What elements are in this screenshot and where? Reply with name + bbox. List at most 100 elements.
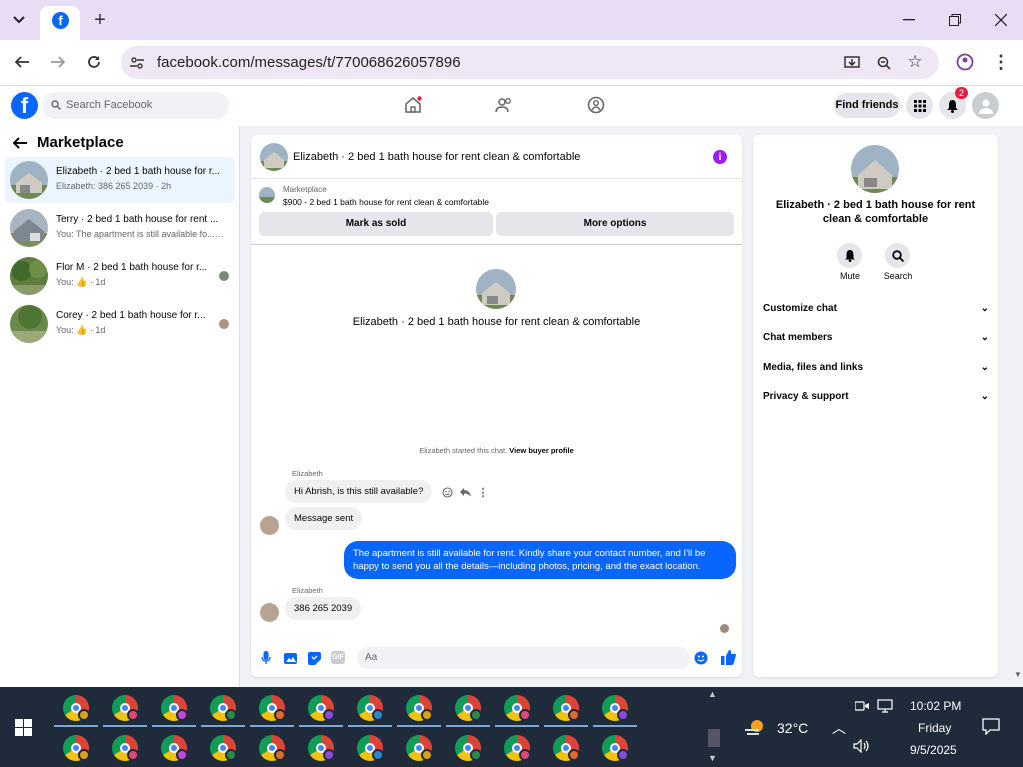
message-input[interactable]: Aa bbox=[357, 647, 690, 669]
chrome-taskbar-icon[interactable] bbox=[406, 735, 433, 761]
gif-icon[interactable]: GIF bbox=[331, 651, 345, 664]
chrome-taskbar-icon[interactable] bbox=[602, 735, 629, 761]
browser-menu-icon[interactable]: ⋮ bbox=[992, 52, 1010, 72]
menu-grid-button[interactable] bbox=[906, 92, 933, 119]
incoming-message[interactable]: Message sent bbox=[285, 507, 363, 530]
seen-avatar bbox=[219, 271, 229, 281]
taskbar-scrollbar-thumb[interactable] bbox=[708, 729, 720, 747]
microphone-icon[interactable] bbox=[260, 651, 272, 665]
info-icon[interactable]: i bbox=[713, 150, 727, 164]
install-app-icon[interactable] bbox=[843, 54, 861, 72]
listing-title[interactable]: $900 - 2 bed 1 bath house for rent clean… bbox=[283, 197, 489, 207]
privacy-support-section[interactable]: Privacy & support ⌄ bbox=[763, 391, 989, 402]
tab-search-icon[interactable] bbox=[8, 10, 30, 30]
back-icon[interactable] bbox=[12, 52, 32, 72]
chat-title[interactable]: Elizabeth · 2 bed 1 bath house for rent … bbox=[293, 151, 580, 163]
chrome-taskbar-icon[interactable] bbox=[201, 695, 245, 727]
more-actions-icon[interactable]: ⋮ bbox=[478, 485, 489, 499]
mute-button[interactable] bbox=[837, 243, 862, 268]
show-hidden-icons[interactable]: ︿ bbox=[832, 718, 846, 738]
listing-thumbnail[interactable] bbox=[259, 187, 275, 203]
address-bar[interactable]: facebook.com/messages/t/770068626057896 … bbox=[121, 46, 939, 79]
incoming-message[interactable]: Hi Abrish, is this still available? bbox=[285, 480, 433, 503]
chrome-taskbar-icon[interactable] bbox=[495, 695, 539, 727]
sticker-icon[interactable] bbox=[307, 651, 321, 665]
friends-icon[interactable] bbox=[494, 95, 514, 115]
back-arrow-icon[interactable] bbox=[12, 136, 28, 150]
chrome-taskbar-icon[interactable] bbox=[593, 695, 637, 727]
conversation-item[interactable]: Elizabeth · 2 bed 1 bath house for r... … bbox=[5, 157, 235, 203]
media-files-links-section[interactable]: Media, files and links ⌄ bbox=[763, 362, 989, 373]
network-icon[interactable] bbox=[877, 699, 893, 713]
profile-icon[interactable] bbox=[955, 52, 975, 72]
find-friends-button[interactable]: Find friends bbox=[834, 93, 900, 118]
taskbar-scroll-down[interactable]: ▼ bbox=[708, 753, 720, 765]
customize-chat-section[interactable]: Customize chat ⌄ bbox=[763, 303, 989, 314]
emoji-icon[interactable] bbox=[694, 651, 708, 665]
weather-icon[interactable] bbox=[744, 717, 768, 737]
conversation-item[interactable]: Flor M · 2 bed 1 bath house for r... You… bbox=[5, 253, 235, 299]
conversation-item[interactable]: Terry · 2 bed 1 bath house for rent ... … bbox=[5, 205, 235, 251]
zoom-icon[interactable] bbox=[875, 54, 893, 72]
clock-day[interactable]: Friday bbox=[918, 721, 951, 735]
view-buyer-profile-link[interactable]: View buyer profile bbox=[509, 446, 573, 455]
facebook-logo-icon[interactable]: f bbox=[11, 92, 38, 119]
conversation-item[interactable]: Corey · 2 bed 1 bath house for r... You:… bbox=[5, 301, 235, 347]
page-scrollbar[interactable]: ▼ bbox=[1014, 670, 1022, 682]
chrome-taskbar-icon[interactable] bbox=[357, 735, 384, 761]
volume-icon[interactable] bbox=[853, 739, 871, 753]
search-chat-button[interactable] bbox=[885, 243, 910, 268]
chrome-taskbar-icon[interactable] bbox=[152, 695, 196, 727]
chrome-taskbar-icon[interactable] bbox=[161, 735, 188, 761]
conversation-list: Marketplace Elizabeth · 2 bed 1 bath hou… bbox=[0, 126, 240, 687]
like-thumb-icon[interactable] bbox=[720, 649, 736, 665]
account-avatar[interactable] bbox=[972, 92, 999, 119]
site-info-icon[interactable] bbox=[129, 55, 145, 71]
chrome-taskbar-icon[interactable] bbox=[348, 695, 392, 727]
chrome-taskbar-icon[interactable] bbox=[397, 695, 441, 727]
meet-now-icon[interactable] bbox=[855, 699, 869, 713]
photo-icon[interactable] bbox=[283, 651, 297, 665]
chrome-taskbar-icon[interactable] bbox=[259, 735, 286, 761]
windows-start-icon[interactable] bbox=[14, 718, 32, 736]
reply-icon[interactable] bbox=[459, 486, 471, 498]
temperature[interactable]: 32°C bbox=[777, 720, 808, 736]
chat-avatar[interactable] bbox=[260, 143, 288, 171]
chrome-taskbar-icon[interactable] bbox=[112, 735, 139, 761]
chrome-taskbar-icon[interactable] bbox=[103, 695, 147, 727]
search-facebook-input[interactable]: Search Facebook bbox=[42, 92, 229, 119]
clock-time[interactable]: 10:02 PM bbox=[910, 699, 961, 713]
browser-tab-facebook[interactable]: f bbox=[40, 6, 80, 40]
outgoing-message[interactable]: The apartment is still available for ren… bbox=[344, 541, 736, 579]
chrome-taskbar-icon[interactable] bbox=[544, 695, 588, 727]
chrome-taskbar-icon[interactable] bbox=[504, 735, 531, 761]
home-icon[interactable] bbox=[403, 95, 423, 115]
taskbar-scroll-up[interactable]: ▲ bbox=[708, 689, 720, 701]
chrome-taskbar-icon[interactable] bbox=[63, 735, 90, 761]
groups-icon[interactable] bbox=[586, 95, 606, 115]
restore-icon[interactable] bbox=[944, 10, 966, 30]
incoming-message[interactable]: 386 265 2039 bbox=[285, 597, 362, 620]
chrome-taskbar-icon[interactable] bbox=[54, 695, 98, 727]
chrome-taskbar-icon[interactable] bbox=[308, 735, 335, 761]
chat-members-section[interactable]: Chat members ⌄ bbox=[763, 332, 989, 343]
more-options-button[interactable]: More options bbox=[496, 212, 734, 236]
react-icon[interactable] bbox=[441, 486, 453, 498]
forward-icon[interactable] bbox=[48, 52, 68, 72]
close-window-icon[interactable] bbox=[990, 10, 1012, 30]
chrome-taskbar-icon[interactable] bbox=[553, 735, 580, 761]
chrome-taskbar-icon[interactable] bbox=[250, 695, 294, 727]
clock-date[interactable]: 9/5/2025 bbox=[910, 743, 957, 757]
chrome-taskbar-icon[interactable] bbox=[299, 695, 343, 727]
chrome-taskbar-icon[interactable] bbox=[446, 695, 490, 727]
new-tab-icon[interactable]: + bbox=[90, 9, 110, 31]
bookmark-star-icon[interactable]: ☆ bbox=[906, 52, 924, 71]
chrome-taskbar-icon[interactable] bbox=[455, 735, 482, 761]
chrome-taskbar-icon[interactable] bbox=[210, 735, 237, 761]
minimize-icon[interactable] bbox=[898, 10, 920, 30]
notifications-button[interactable]: 2 bbox=[939, 87, 969, 119]
search-icon bbox=[891, 249, 904, 262]
reload-icon[interactable] bbox=[84, 52, 104, 72]
mark-as-sold-button[interactable]: Mark as sold bbox=[259, 212, 493, 236]
notification-center-icon[interactable] bbox=[982, 717, 1000, 735]
